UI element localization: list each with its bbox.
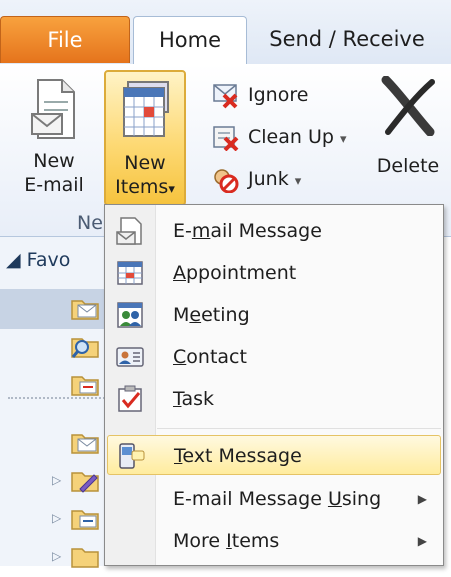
submenu-arrow-icon: ▶ (417, 492, 427, 506)
nav-folder-sent[interactable]: ▷ (0, 499, 112, 539)
nav-folder-search[interactable] (0, 327, 112, 367)
menu-label-post: ontact (186, 346, 247, 368)
calendar-icon (117, 261, 143, 285)
delete-button[interactable]: Delete (368, 70, 448, 206)
menu-item-task[interactable]: Task (107, 379, 441, 419)
new-email-label-line2: E-mail (24, 174, 84, 196)
menu-separator (157, 428, 441, 429)
menu-item-more-items[interactable]: More Items ▶ (107, 521, 441, 561)
nav-folder-deleted[interactable]: ▷ (0, 537, 112, 577)
new-email-button[interactable]: New E-mail (6, 70, 102, 206)
folder-mail-icon (71, 434, 99, 454)
clean-up-icon (213, 126, 239, 151)
menu-label-pre: E- (173, 220, 192, 242)
junk-button[interactable]: Junk ▾ (212, 162, 332, 196)
new-items-icon (123, 81, 169, 137)
submenu-arrow-icon: ▶ (417, 534, 427, 548)
new-email-icon (31, 79, 75, 139)
menu-label-post: ail Message (210, 220, 322, 242)
nav-folder-mailbox[interactable] (0, 423, 112, 463)
expand-arrow-icon[interactable]: ▷ (52, 549, 61, 563)
menu-label-post: eting (201, 304, 250, 326)
new-email-label-line1: New (33, 150, 75, 172)
chevron-down-icon: ▾ (339, 132, 347, 147)
chevron-down-icon: ▾ (294, 174, 302, 189)
tab-home[interactable]: Home (133, 16, 247, 65)
chevron-down-icon: ▾ (168, 182, 175, 197)
tab-send-receive[interactable]: Send / Receive (252, 16, 442, 62)
menu-label-post: ask (181, 388, 215, 410)
folder-icon (71, 548, 99, 568)
navigation-pane: ◢ Favo ▷ ▷ ▷ (0, 237, 113, 568)
menu-label-pre: More (173, 530, 227, 552)
menu-accelerator: U (327, 488, 342, 510)
nav-folder-outbox[interactable] (0, 365, 112, 405)
tab-file[interactable]: File (0, 16, 130, 63)
search-folder-icon (71, 338, 99, 358)
menu-label-pre: E-mail Message (173, 488, 328, 510)
expand-arrow-icon[interactable]: ▷ (52, 473, 61, 487)
menu-label-post: tems (231, 530, 280, 552)
menu-accelerator: e (189, 304, 202, 326)
clean-up-button[interactable]: Clean Up ▾ (212, 120, 372, 154)
menu-item-email-message-using[interactable]: E-mail Message Using ▶ (107, 479, 441, 519)
menu-item-contact[interactable]: Contact (107, 337, 441, 377)
text-message-icon (119, 443, 145, 469)
menu-label-pre: M (173, 304, 190, 326)
clean-up-label: Clean Up (248, 126, 334, 148)
ignore-icon (213, 84, 238, 109)
junk-label: Junk (248, 168, 289, 190)
nav-folder-inbox[interactable] (0, 289, 112, 329)
new-items-button[interactable]: New Items▾ (104, 70, 186, 206)
menu-label-post: ppointment (186, 262, 297, 284)
delete-x-icon (381, 76, 435, 136)
expand-arrow-icon[interactable]: ▷ (52, 511, 61, 525)
menu-item-appointment[interactable]: Appointment (107, 253, 441, 293)
menu-label-post: ext Message (182, 445, 302, 467)
menu-accelerator: m (191, 220, 211, 242)
menu-item-email-message[interactable]: E-mail Message (107, 211, 441, 251)
menu-accelerator: A (173, 262, 186, 284)
favorites-header[interactable]: ◢ Favo (6, 249, 70, 271)
folder-mail-icon (71, 300, 99, 320)
new-items-label-line1: New (124, 152, 166, 174)
ignore-label: Ignore (248, 84, 309, 106)
ignore-button[interactable]: Ignore (212, 78, 362, 112)
folder-drafts-icon (71, 472, 99, 493)
nav-section-divider (8, 397, 108, 399)
new-items-label-line2: Items (115, 176, 169, 198)
menu-item-text-message[interactable]: Text Message (107, 435, 441, 475)
nav-folder-drafts[interactable]: ▷ (0, 461, 112, 501)
meeting-icon (117, 302, 143, 328)
task-icon (118, 385, 142, 412)
junk-icon (214, 169, 239, 193)
folder-sent-icon (71, 510, 99, 530)
menu-label-post: sing (341, 488, 382, 510)
folder-outbox-icon (71, 376, 99, 396)
email-message-icon (116, 217, 142, 245)
menu-accelerator: C (173, 346, 187, 368)
contact-card-icon (116, 347, 144, 367)
delete-label: Delete (376, 155, 440, 177)
new-items-dropdown-menu: E-mail Message Appointment Meeting Conta… (104, 204, 444, 566)
ribbon-tab-strip: File Home Send / Receive (0, 0, 451, 65)
menu-item-meeting[interactable]: Meeting (107, 295, 441, 335)
